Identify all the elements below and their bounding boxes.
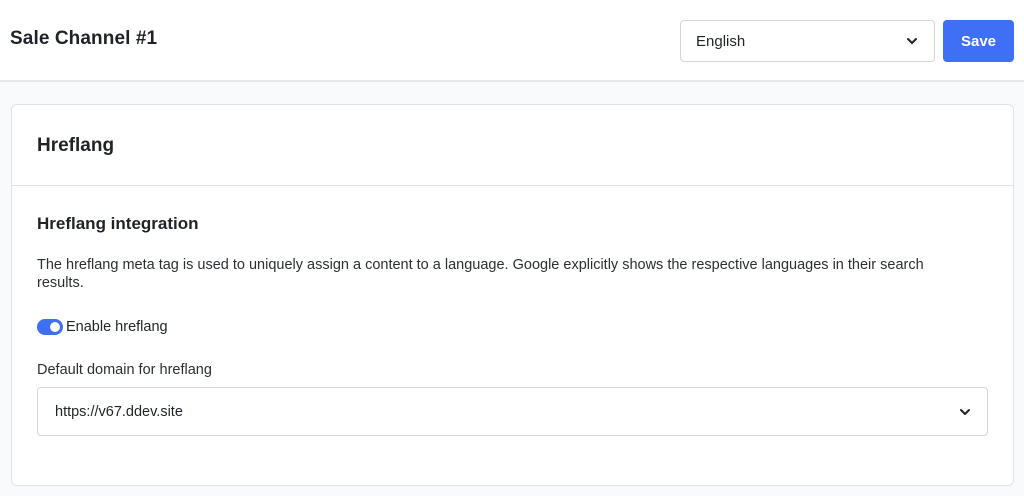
language-select[interactable]: English [680, 20, 935, 62]
default-domain-value: https://v67.ddev.site [55, 404, 183, 420]
default-domain-select[interactable]: https://v67.ddev.site [37, 387, 988, 436]
card-header: Hreflang [12, 105, 1013, 186]
enable-hreflang-label: Enable hreflang [66, 319, 168, 335]
default-domain-label: Default domain for hreflang [37, 362, 212, 378]
top-bar: Sale Channel #1 English Save [0, 0, 1024, 82]
toggle-switch[interactable] [37, 319, 63, 335]
hreflang-card: Hreflang Hreflang integration The hrefla… [11, 104, 1014, 486]
card-title: Hreflang [37, 135, 115, 156]
save-button[interactable]: Save [943, 20, 1014, 62]
hreflang-description: The hreflang meta tag is used to uniquel… [37, 257, 924, 291]
language-select-value: English [696, 33, 746, 50]
chevron-down-icon [907, 38, 917, 44]
chevron-down-icon [960, 409, 970, 415]
section-title: Hreflang integration [37, 214, 199, 233]
enable-hreflang-toggle[interactable]: Enable hreflang [37, 318, 168, 336]
page-title: Sale Channel #1 [10, 28, 158, 49]
